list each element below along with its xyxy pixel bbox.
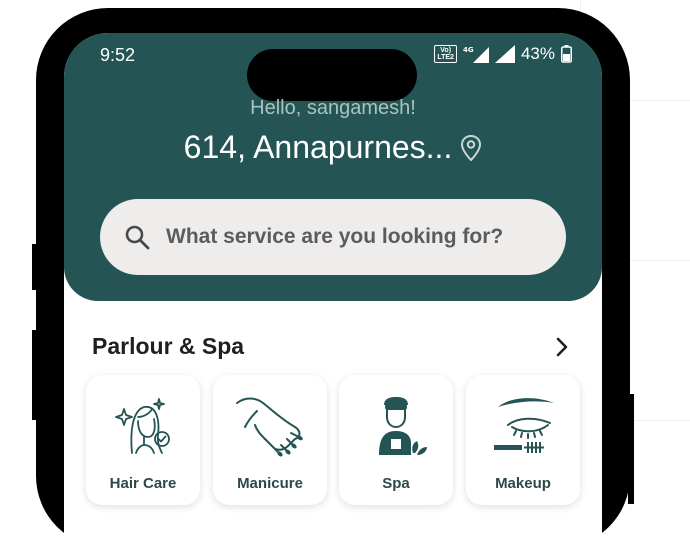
category-card-makeup[interactable]: Makeup [466,375,580,505]
signal-icon [494,45,515,63]
dynamic-island [247,49,417,101]
makeup-icon [494,398,554,453]
location-pin-icon [461,134,482,161]
address-text: 614, Annapurnes... [183,129,453,165]
battery-icon [561,45,572,63]
category-label: Manicure [237,475,303,492]
section-title: Parlour & Spa [92,333,245,359]
battery-percent: 43% [520,44,555,63]
signal-4g-icon: 4G [463,46,489,63]
category-card-manicure[interactable]: Manicure [213,375,327,505]
volte-icon: Vo) LTE2 [434,45,457,63]
spa-icon [379,397,427,455]
category-card-hair-care[interactable]: Hair Care [86,375,200,505]
search-bar[interactable]: What service are you looking for? [100,199,566,275]
search-placeholder: What service are you looking for? [166,225,504,248]
svg-text:4G: 4G [463,46,474,54]
category-card-spa[interactable]: Spa [339,375,453,505]
status-icons: Vo) LTE2 4G 43% [434,44,572,64]
header: 9:52 Vo) LTE2 4G 43% Hello, sangamesh! 61… [64,33,602,301]
search-icon [125,225,150,250]
status-time: 9:52 [100,45,136,65]
greeting-text: Hello, sangamesh! [250,97,416,119]
manicure-icon [236,397,303,457]
category-label: Makeup [495,475,551,492]
category-label: Spa [382,475,410,492]
chevron-right-icon[interactable] [552,335,572,359]
address-selector[interactable]: 614, Annapurnes... [64,129,602,166]
hair-care-icon [115,398,170,454]
phone-screen: 9:52 Vo) LTE2 4G 43% Hello, sangamesh! 61… [64,33,602,553]
category-label: Hair Care [109,475,177,492]
